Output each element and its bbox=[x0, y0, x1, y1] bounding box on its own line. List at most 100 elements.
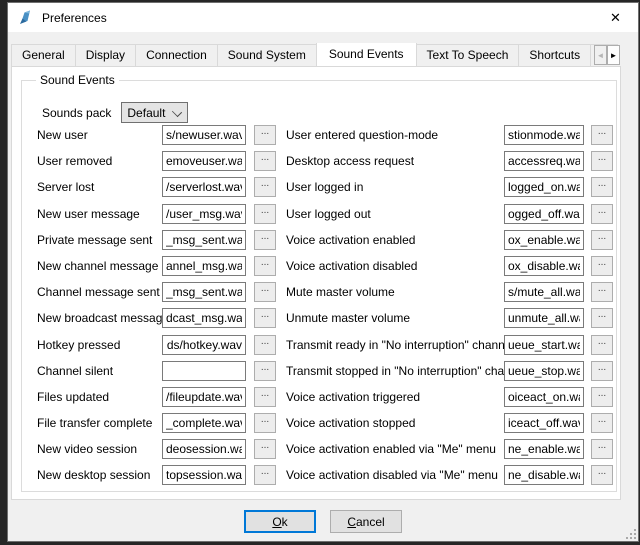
sound-event-label: Channel silent bbox=[37, 364, 162, 378]
browse-button[interactable]: ... bbox=[591, 439, 613, 459]
browse-button[interactable]: ... bbox=[591, 256, 613, 276]
tab-connection[interactable]: Connection bbox=[135, 44, 218, 66]
sound-file-input[interactable] bbox=[162, 413, 246, 433]
sound-file-input[interactable] bbox=[162, 387, 246, 407]
sound-event-row: Mute master volume... bbox=[286, 282, 613, 302]
sound-file-input[interactable] bbox=[162, 282, 246, 302]
close-icon[interactable]: ✕ bbox=[593, 3, 638, 32]
sound-event-row: Voice activation disabled... bbox=[286, 256, 613, 276]
ok-button[interactable]: Ok bbox=[244, 510, 316, 533]
browse-button[interactable]: ... bbox=[591, 151, 613, 171]
titlebar: Preferences ✕ bbox=[8, 3, 638, 32]
sound-event-row: New video session... bbox=[37, 439, 276, 459]
sound-file-input[interactable] bbox=[504, 177, 584, 197]
browse-button[interactable]: ... bbox=[254, 413, 276, 433]
tab-text-to-speech[interactable]: Text To Speech bbox=[416, 44, 520, 66]
sound-file-input[interactable] bbox=[504, 387, 584, 407]
browse-button[interactable]: ... bbox=[254, 308, 276, 328]
tab-display[interactable]: Display bbox=[75, 44, 136, 66]
sound-event-label: Voice activation disabled via "Me" menu bbox=[286, 468, 504, 482]
sound-event-row: Voice activation stopped... bbox=[286, 413, 613, 433]
browse-button[interactable]: ... bbox=[591, 387, 613, 407]
sound-event-label: Voice activation stopped bbox=[286, 416, 504, 430]
browse-button[interactable]: ... bbox=[254, 204, 276, 224]
sound-event-label: Mute master volume bbox=[286, 285, 504, 299]
sound-file-input[interactable] bbox=[504, 465, 584, 485]
sound-event-row: File transfer complete... bbox=[37, 413, 276, 433]
sound-event-row: Unmute master volume... bbox=[286, 308, 613, 328]
cancel-button[interactable]: Cancel bbox=[330, 510, 402, 533]
browse-button[interactable]: ... bbox=[591, 282, 613, 302]
sound-file-input[interactable] bbox=[504, 256, 584, 276]
sound-event-row: Server lost... bbox=[37, 177, 276, 197]
sound-file-input[interactable] bbox=[504, 439, 584, 459]
sound-event-label: Unmute master volume bbox=[286, 311, 504, 325]
tab-sound-events[interactable]: Sound Events bbox=[316, 43, 417, 66]
browse-button[interactable]: ... bbox=[254, 230, 276, 250]
tab-sound-system[interactable]: Sound System bbox=[217, 44, 317, 66]
sound-event-row: Voice activation triggered... bbox=[286, 387, 613, 407]
sound-file-input[interactable] bbox=[162, 177, 246, 197]
sound-file-input[interactable] bbox=[162, 308, 246, 328]
sound-event-row: Channel silent... bbox=[37, 361, 276, 381]
sound-event-label: User logged out bbox=[286, 207, 504, 221]
sound-file-input[interactable] bbox=[504, 204, 584, 224]
browse-button[interactable]: ... bbox=[254, 465, 276, 485]
sound-file-input[interactable] bbox=[162, 125, 246, 145]
sound-file-input[interactable] bbox=[162, 256, 246, 276]
app-icon bbox=[17, 9, 34, 26]
browse-button[interactable]: ... bbox=[591, 177, 613, 197]
sound-file-input[interactable] bbox=[504, 335, 584, 355]
sound-file-input[interactable] bbox=[504, 413, 584, 433]
browse-button[interactable]: ... bbox=[591, 125, 613, 145]
sound-event-row: User entered question-mode... bbox=[286, 125, 613, 145]
sound-event-row: Transmit stopped in "No interruption" ch… bbox=[286, 361, 613, 381]
sound-file-input[interactable] bbox=[504, 230, 584, 250]
browse-button[interactable]: ... bbox=[254, 256, 276, 276]
sound-file-input[interactable] bbox=[162, 465, 246, 485]
browse-button[interactable]: ... bbox=[591, 335, 613, 355]
tab-scroll-right-icon[interactable]: ► bbox=[607, 45, 620, 65]
sound-file-input[interactable] bbox=[162, 151, 246, 171]
sound-file-input[interactable] bbox=[162, 335, 246, 355]
sound-file-input[interactable] bbox=[162, 439, 246, 459]
tab-shortcuts[interactable]: Shortcuts bbox=[518, 44, 591, 66]
sounds-pack-select[interactable]: Default bbox=[121, 102, 188, 123]
browse-button[interactable]: ... bbox=[591, 361, 613, 381]
sound-file-input[interactable] bbox=[504, 308, 584, 328]
resize-grip[interactable] bbox=[625, 528, 636, 539]
sound-file-input[interactable] bbox=[162, 230, 246, 250]
browse-button[interactable]: ... bbox=[591, 230, 613, 250]
sound-file-input[interactable] bbox=[504, 282, 584, 302]
browse-button[interactable]: ... bbox=[254, 282, 276, 302]
sound-event-label: Voice activation disabled bbox=[286, 259, 504, 273]
browse-button[interactable]: ... bbox=[591, 204, 613, 224]
sound-file-input[interactable] bbox=[162, 204, 246, 224]
tab-general[interactable]: General bbox=[11, 44, 76, 66]
sound-file-input[interactable] bbox=[504, 361, 584, 381]
browse-button[interactable]: ... bbox=[254, 439, 276, 459]
browse-button[interactable]: ... bbox=[254, 361, 276, 381]
sound-event-row: Voice activation enabled... bbox=[286, 230, 613, 250]
sound-file-input[interactable] bbox=[504, 151, 584, 171]
sound-file-input[interactable] bbox=[162, 361, 246, 381]
sound-event-row: New channel message... bbox=[37, 256, 276, 276]
browse-button[interactable]: ... bbox=[254, 177, 276, 197]
sound-event-label: User entered question-mode bbox=[286, 128, 504, 142]
sound-event-label: Hotkey pressed bbox=[37, 338, 162, 352]
browse-button[interactable]: ... bbox=[591, 413, 613, 433]
tab-scroll-left-icon[interactable]: ◄ bbox=[594, 45, 607, 65]
sound-event-row: New user... bbox=[37, 125, 276, 145]
browse-button[interactable]: ... bbox=[254, 335, 276, 355]
browse-button[interactable]: ... bbox=[254, 151, 276, 171]
browse-button[interactable]: ... bbox=[591, 308, 613, 328]
sound-event-label: New broadcast message bbox=[37, 311, 162, 325]
sound-file-input[interactable] bbox=[504, 125, 584, 145]
browse-button[interactable]: ... bbox=[254, 125, 276, 145]
sound-event-label: Voice activation triggered bbox=[286, 390, 504, 404]
sounds-pack-row: Sounds pack Default bbox=[42, 102, 188, 123]
browse-button[interactable]: ... bbox=[591, 465, 613, 485]
sound-event-label: File transfer complete bbox=[37, 416, 162, 430]
browse-button[interactable]: ... bbox=[254, 387, 276, 407]
sound-event-label: Transmit stopped in "No interruption" ch… bbox=[286, 364, 504, 378]
